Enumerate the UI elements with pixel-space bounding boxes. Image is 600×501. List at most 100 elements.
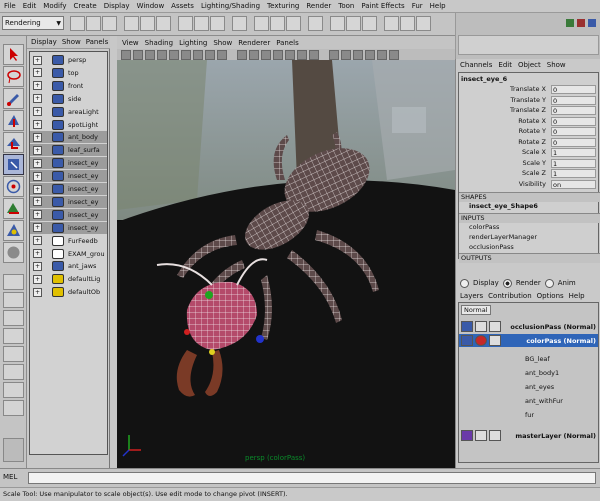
outliner-item[interactable]: + defaultOb [30, 286, 107, 298]
outliner-menu-panels[interactable]: Panels [86, 38, 109, 46]
channel-attribute[interactable]: Scale Z 1 [459, 169, 598, 179]
display-radio[interactable] [460, 278, 469, 288]
input-line-icon[interactable] [308, 16, 323, 31]
lasso-tool-icon[interactable] [3, 66, 24, 87]
channels-menu-edit[interactable]: Edit [498, 61, 512, 69]
ipr-render-icon[interactable] [270, 16, 285, 31]
render-toggle-icon[interactable] [461, 430, 473, 441]
menu-fur[interactable]: Fur [412, 2, 423, 10]
scale-tool-icon[interactable] [3, 154, 24, 175]
layout-render-icon[interactable] [3, 382, 24, 398]
outliner-item[interactable]: + areaLight [30, 106, 107, 118]
outliner-item[interactable]: + insect_ey [30, 183, 107, 195]
expand-icon[interactable]: + [33, 145, 42, 155]
inputs-section-header[interactable]: INPUTS [459, 213, 600, 223]
attribute-value-field[interactable]: 0 [551, 127, 596, 136]
expand-icon[interactable]: + [33, 94, 42, 104]
layer-row-colorpass[interactable]: colorPass (Normal) [459, 334, 598, 347]
viewport-tool-icon[interactable] [353, 50, 363, 60]
attribute-value-field[interactable]: on [551, 179, 596, 189]
show-manip-icon[interactable] [3, 220, 24, 241]
attribute-value-field[interactable]: 1 [551, 169, 596, 178]
channel-attribute[interactable]: Translate Y 0 [459, 95, 598, 106]
viewport-tool-icon[interactable] [309, 50, 319, 60]
expand-icon[interactable]: + [33, 210, 42, 220]
layers-menu-contribution[interactable]: Contribution [488, 292, 531, 300]
viewport-tool-icon[interactable] [133, 50, 143, 60]
channel-node-item[interactable]: occlusionPass [469, 243, 514, 251]
outliner-item[interactable]: + FurFeedb [30, 235, 107, 247]
render-radio[interactable] [502, 278, 512, 288]
universal-manip-icon[interactable] [3, 176, 24, 197]
select-object-icon[interactable] [140, 16, 155, 31]
recycle-icon[interactable] [475, 321, 487, 332]
manip-x-handle[interactable] [184, 329, 190, 335]
expand-icon[interactable]: + [33, 236, 42, 246]
layers-menu-layers[interactable]: Layers [460, 292, 483, 300]
paint-select-tool-icon[interactable] [3, 88, 24, 109]
outliner-item[interactable]: + insect_ey [30, 195, 107, 208]
menu-window[interactable]: Window [137, 2, 165, 10]
viewport-tool-icon[interactable] [329, 50, 339, 60]
layout-hypershade-icon[interactable] [3, 364, 24, 380]
viewport-tool-icon[interactable] [285, 50, 295, 60]
outliner-item[interactable]: + spotLight [30, 119, 107, 131]
manip-y-handle[interactable] [205, 291, 213, 299]
expand-icon[interactable]: + [33, 249, 42, 258]
viewport-tool-icon[interactable] [217, 50, 227, 60]
viewport-tool-icon[interactable] [249, 50, 259, 60]
menu-create[interactable]: Create [73, 2, 96, 10]
expand-icon[interactable]: + [33, 223, 42, 233]
recycle-icon[interactable] [475, 430, 487, 441]
expand-icon[interactable]: + [33, 68, 42, 78]
manip-z-handle[interactable] [256, 335, 264, 343]
expand-icon[interactable]: + [33, 132, 42, 142]
expand-icon[interactable]: + [33, 184, 42, 194]
paint-brush-icon[interactable] [3, 438, 24, 462]
viewport-menu-show[interactable]: Show [213, 39, 232, 47]
expand-icon[interactable]: + [33, 158, 42, 168]
expand-icon[interactable]: + [33, 120, 42, 129]
layout-four-icon[interactable] [3, 292, 24, 308]
outliner-item[interactable]: + top [30, 67, 107, 79]
layers-menu-help[interactable]: Help [569, 292, 585, 300]
menu-texturing[interactable]: Texturing [267, 2, 299, 10]
viewport-tool-icon[interactable] [121, 50, 131, 60]
viewport-menu-panels[interactable]: Panels [276, 39, 299, 47]
viewport-tool-icon[interactable] [261, 50, 271, 60]
layout-script-icon[interactable] [3, 400, 24, 416]
viewport-tool-icon[interactable] [145, 50, 155, 60]
layer-member[interactable]: ant_body1 [525, 369, 559, 377]
viewport-canvas[interactable]: persp (colorPass) [117, 60, 455, 468]
new-scene-icon[interactable] [70, 16, 85, 31]
last-tool-icon[interactable] [3, 242, 24, 263]
menu-toon[interactable]: Toon [338, 2, 354, 10]
channel-attribute[interactable]: Rotate Y 0 [459, 127, 598, 137]
channel-attribute[interactable]: Translate Z 0 [459, 106, 598, 116]
channel-attribute[interactable]: Scale X 1 [459, 148, 598, 158]
outliner-item[interactable]: + persp [30, 54, 107, 66]
menu-modify[interactable]: Modify [43, 2, 66, 10]
outliner-menu-display[interactable]: Display [31, 38, 57, 46]
attribute-value-field[interactable]: 0 [551, 116, 596, 126]
outliner-menu-show[interactable]: Show [62, 38, 81, 46]
channels-menu-object[interactable]: Object [518, 61, 541, 69]
open-scene-icon[interactable] [86, 16, 101, 31]
channel-node-item[interactable]: colorPass [469, 223, 499, 231]
rotate-tool-icon[interactable] [3, 132, 24, 153]
outliner-item[interactable]: + ant_body [30, 131, 107, 144]
menu-assets[interactable]: Assets [171, 2, 194, 10]
render-toggle-icon[interactable] [461, 335, 473, 346]
attribute-editor-icon[interactable] [384, 16, 399, 31]
viewport-tool-icon[interactable] [297, 50, 307, 60]
menu-display[interactable]: Display [104, 2, 130, 10]
outputs-section-header[interactable]: OUTPUTS [459, 253, 600, 263]
viewport-menu-renderer[interactable]: Renderer [238, 39, 270, 47]
viewport-menu-shading[interactable]: Shading [145, 39, 173, 47]
layer-member[interactable]: ant_eyes [525, 383, 554, 391]
select-hierarchy-icon[interactable] [124, 16, 139, 31]
menu-help[interactable]: Help [430, 2, 446, 10]
channel-attribute[interactable]: Scale Y 1 [459, 158, 598, 169]
expand-icon[interactable]: + [33, 171, 42, 181]
viewport-tool-icon[interactable] [237, 50, 247, 60]
